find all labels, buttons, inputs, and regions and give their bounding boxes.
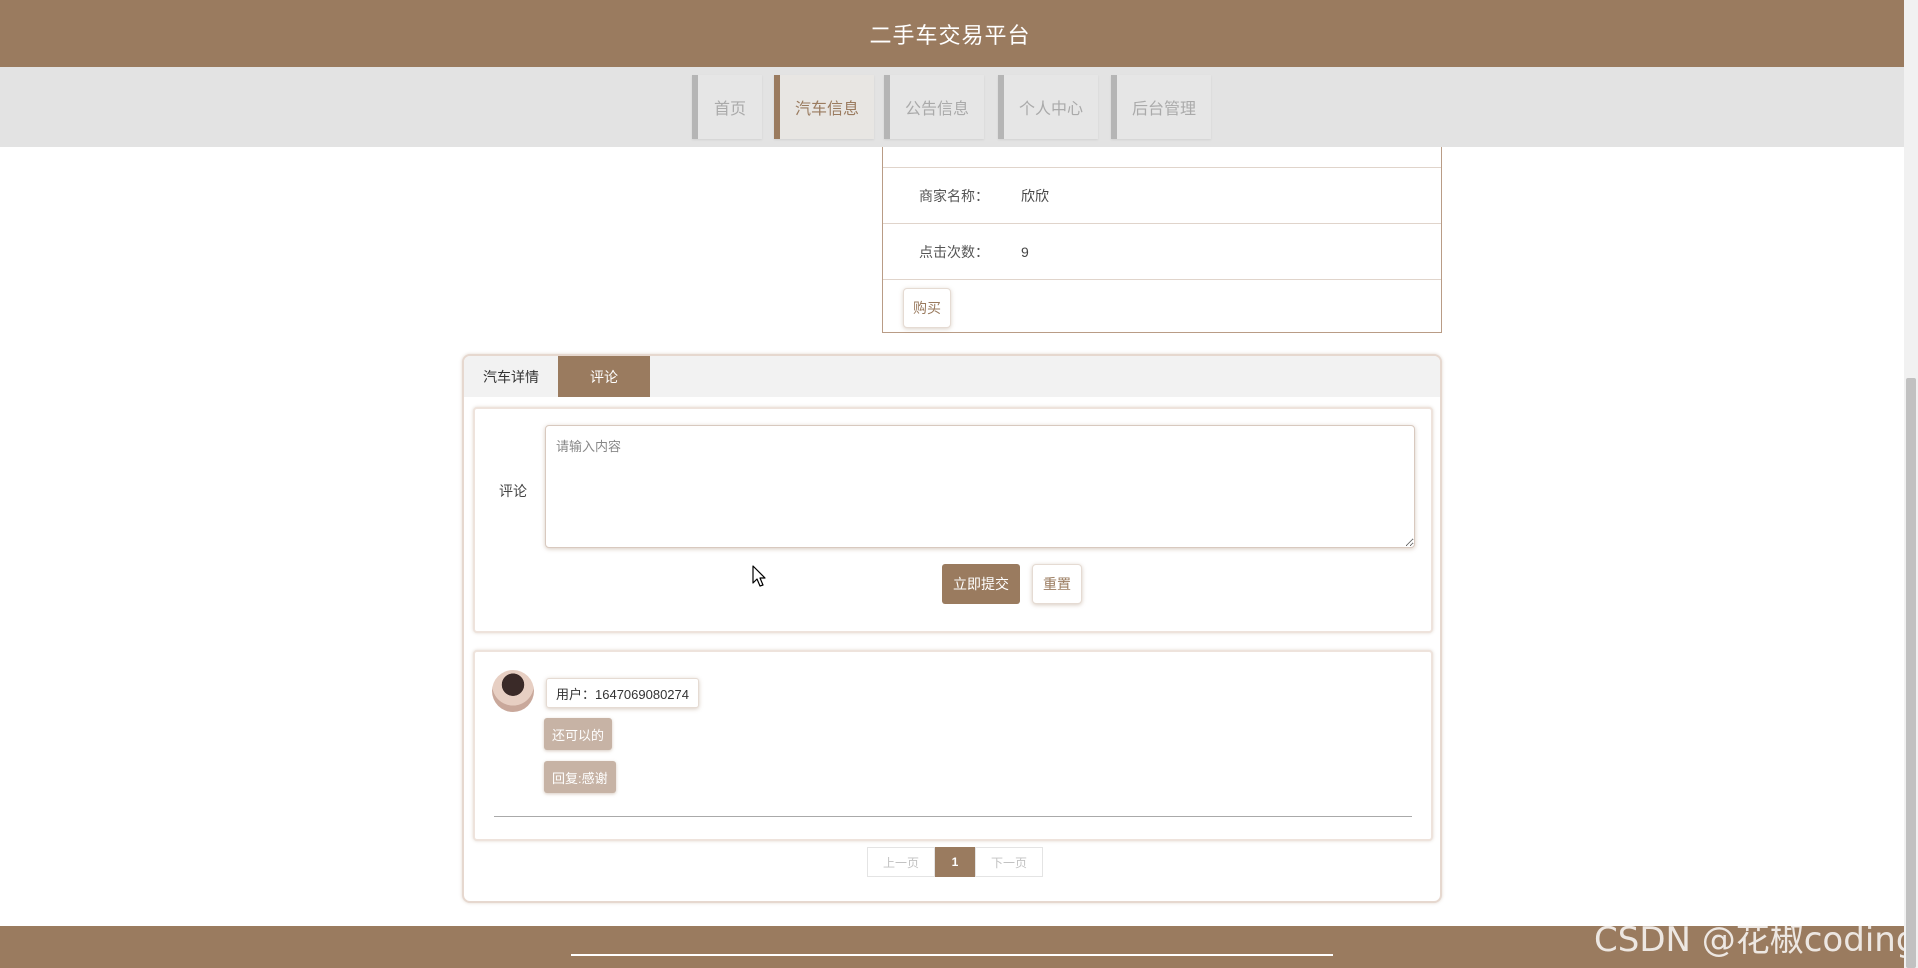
tab-bar: 汽车详情 评论 <box>464 356 1440 397</box>
user-avatar <box>492 670 534 712</box>
nav-item-admin[interactable]: 后台管理 <box>1111 75 1211 139</box>
page-number-button[interactable]: 1 <box>935 847 975 877</box>
comment-content: 还可以的 <box>544 718 613 750</box>
detail-value: 9 <box>1021 243 1029 260</box>
site-title: 二手车交易平台 <box>869 22 1031 48</box>
prev-page-button[interactable]: 上一页 <box>867 847 935 877</box>
detail-key: 点击次数： <box>919 243 989 260</box>
arrow-cursor-icon <box>752 565 766 587</box>
comment-label: 评论 <box>499 483 527 499</box>
detail-row-partial <box>883 147 1441 168</box>
nav-item-personal-center[interactable]: 个人中心 <box>998 75 1098 139</box>
watermark: CSDN @花椒coding <box>1594 920 1918 960</box>
buy-button[interactable]: 购买 <box>903 288 951 328</box>
comment-input[interactable] <box>545 425 1415 548</box>
footer-divider <box>571 954 1333 956</box>
car-detail-info: 商家名称： 欣欣 点击次数： 9 购买 <box>882 147 1442 333</box>
comment-list: 用户：1647069080274 还可以的 回复:感谢 <box>473 650 1433 841</box>
detail-value: 欣欣 <box>1021 187 1049 204</box>
detail-tabs-panel: 汽车详情 评论 评论 立即提交 重置 用户：1647069080274 还可以的… <box>462 354 1442 903</box>
comment-user: 用户：1647069080274 <box>546 678 699 708</box>
detail-key: 商家名称： <box>919 187 989 204</box>
comment-form: 评论 立即提交 重置 <box>473 407 1433 633</box>
detail-row-merchant: 商家名称： 欣欣 <box>883 168 1441 224</box>
comment-divider <box>494 816 1412 817</box>
reset-button[interactable]: 重置 <box>1032 564 1082 604</box>
detail-row-clicks: 点击次数： 9 <box>883 224 1441 280</box>
nav-item-announcements[interactable]: 公告信息 <box>884 75 984 139</box>
main-nav: 首页 汽车信息 公告信息 个人中心 后台管理 <box>0 67 1918 147</box>
next-page-button[interactable]: 下一页 <box>975 847 1043 877</box>
top-header: 二手车交易平台 <box>0 0 1918 67</box>
nav-item-car-info[interactable]: 汽车信息 <box>774 75 874 139</box>
submit-button[interactable]: 立即提交 <box>942 564 1020 604</box>
comment-reply: 回复:感谢 <box>544 761 616 793</box>
nav-item-home[interactable]: 首页 <box>692 75 762 139</box>
scrollbar-thumb[interactable] <box>1906 378 1916 968</box>
tab-car-details[interactable]: 汽车详情 <box>464 356 558 397</box>
tab-comments[interactable]: 评论 <box>558 356 650 397</box>
pagination: 上一页 1 下一页 <box>867 847 1043 877</box>
